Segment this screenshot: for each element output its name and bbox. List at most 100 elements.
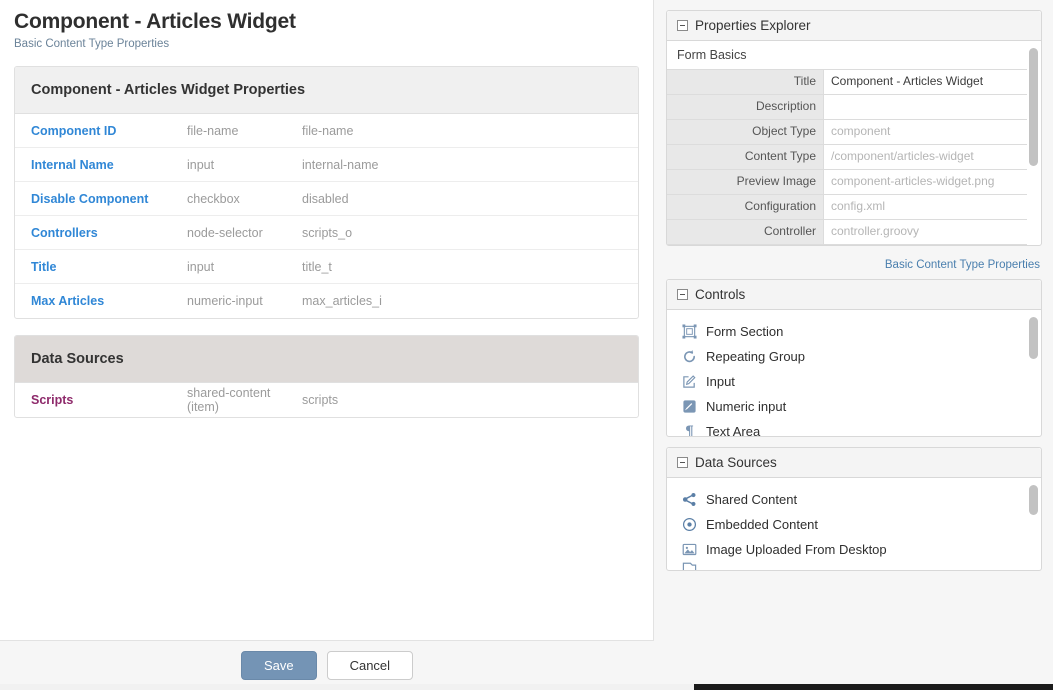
property-id: title_t — [302, 259, 332, 274]
property-name[interactable]: Max Articles — [15, 294, 187, 308]
control-item-label: Form Section — [706, 324, 784, 339]
property-type: input — [187, 259, 215, 274]
property-id: scripts_o — [302, 225, 353, 240]
datasource-item-embedded-content[interactable]: Embedded Content — [667, 512, 1041, 537]
scrollbar-thumb[interactable] — [1029, 48, 1038, 166]
collapse-icon[interactable] — [677, 457, 688, 468]
field-value[interactable]: component-articles-widget.png — [824, 170, 1027, 194]
properties-table-heading: Component - Articles Widget Properties — [15, 67, 638, 114]
property-field-row: Description — [667, 95, 1027, 120]
field-label: Content Type — [667, 145, 824, 169]
form-basics-section-label: Form Basics — [667, 41, 1027, 70]
field-value[interactable]: config.xml — [824, 195, 1027, 219]
controls-panel-header[interactable]: Controls — [667, 280, 1041, 310]
property-field-row: Preview Image component-articles-widget.… — [667, 170, 1027, 195]
save-button[interactable]: Save — [240, 650, 317, 680]
pencil-filled-icon — [681, 399, 697, 415]
repeat-icon — [681, 349, 697, 365]
datasource-item-shared-content[interactable]: Shared Content — [667, 487, 1041, 512]
datasource-item-label: Image Uploaded From Desktop — [706, 542, 887, 557]
properties-editor-page: Component - Articles Widget Basic Conten… — [0, 0, 1053, 690]
table-row[interactable]: Max Articles numeric-input max_articles_… — [15, 284, 638, 318]
data-sources-table: Data Sources Scripts shared-content (ite… — [14, 335, 639, 418]
field-value[interactable]: component — [824, 120, 1027, 144]
datasource-item-partial[interactable] — [667, 562, 1041, 570]
right-sidebar: Properties Explorer Form Basics Title Co… — [666, 10, 1042, 581]
property-type: input — [187, 157, 215, 172]
cancel-button[interactable]: Cancel — [326, 650, 414, 680]
properties-table-body: Component ID file-name file-name Interna… — [15, 114, 638, 318]
basic-content-type-properties-link[interactable]: Basic Content Type Properties — [666, 256, 1042, 271]
property-name[interactable]: Component ID — [15, 124, 187, 138]
control-item-label: Text Area — [706, 424, 761, 436]
datasource-name[interactable]: Scripts — [15, 393, 187, 407]
field-label: Controller — [667, 220, 824, 244]
control-item-input[interactable]: Input — [667, 369, 1041, 394]
table-row[interactable]: Scripts shared-content (item) scripts — [15, 383, 638, 417]
property-field-row: Object Type component — [667, 120, 1027, 145]
control-item-label: Input — [706, 374, 735, 389]
data-sources-table-heading: Data Sources — [15, 336, 638, 383]
file-icon — [681, 562, 697, 570]
property-id: internal-name — [302, 157, 379, 172]
control-item-label: Repeating Group — [706, 349, 806, 364]
properties-explorer-body: Form Basics Title Component - Articles W… — [667, 41, 1041, 245]
control-item-numeric-input[interactable]: Numeric input — [667, 394, 1041, 419]
property-name[interactable]: Disable Component — [15, 192, 187, 206]
property-name[interactable]: Internal Name — [15, 158, 187, 172]
image-icon — [681, 542, 697, 558]
field-value[interactable] — [824, 95, 1027, 119]
field-label: Configuration — [667, 195, 824, 219]
controls-panel-title: Controls — [695, 287, 746, 302]
table-row[interactable]: Internal Name input internal-name — [15, 148, 638, 182]
table-row[interactable]: Controllers node-selector scripts_o — [15, 216, 638, 250]
property-name[interactable]: Controllers — [15, 226, 187, 240]
page-subtitle-link[interactable]: Basic Content Type Properties — [0, 34, 653, 50]
property-name[interactable]: Title — [15, 260, 187, 274]
datasource-item-label: Embedded Content — [706, 517, 819, 532]
scrollbar-thumb[interactable] — [1029, 317, 1038, 359]
field-label: Description — [667, 95, 824, 119]
field-value[interactable]: controller.groovy — [824, 220, 1027, 244]
share-icon — [681, 492, 697, 508]
field-label: Title — [667, 70, 824, 94]
property-id: file-name — [302, 123, 354, 138]
property-id: disabled — [302, 191, 349, 206]
property-type: checkbox — [187, 191, 240, 206]
main-content-pane: Component - Articles Widget Basic Conten… — [0, 0, 654, 641]
properties-explorer-title: Properties Explorer — [695, 18, 811, 33]
page-title: Component - Articles Widget — [14, 10, 296, 33]
table-row[interactable]: Disable Component checkbox disabled — [15, 182, 638, 216]
scrollbar-thumb[interactable] — [1029, 485, 1038, 515]
svg-text:¶: ¶ — [685, 424, 694, 436]
datasource-id: scripts — [302, 393, 339, 407]
property-field-row: Content Type /component/articles-widget — [667, 145, 1027, 170]
property-field-row: Title Component - Articles Widget — [667, 70, 1027, 95]
controls-panel: Controls Form Section Repeating Group In… — [666, 279, 1042, 437]
datasource-item-image-upload[interactable]: Image Uploaded From Desktop — [667, 537, 1041, 562]
pencil-square-icon — [681, 374, 697, 390]
control-item-repeating-group[interactable]: Repeating Group — [667, 344, 1041, 369]
form-section-icon — [681, 324, 697, 340]
property-id: max_articles_i — [302, 294, 382, 308]
control-item-form-section[interactable]: Form Section — [667, 319, 1041, 344]
data-sources-scrollbar[interactable] — [1028, 481, 1039, 567]
properties-explorer-scrollbar[interactable] — [1028, 44, 1039, 242]
data-sources-list: Shared Content Embedded Content Image Up… — [667, 478, 1041, 570]
collapse-icon[interactable] — [677, 20, 688, 31]
table-row[interactable]: Component ID file-name file-name — [15, 114, 638, 148]
collapse-icon[interactable] — [677, 289, 688, 300]
table-row[interactable]: Title input title_t — [15, 250, 638, 284]
property-field-row: Configuration config.xml — [667, 195, 1027, 220]
pilcrow-icon: ¶ — [681, 424, 697, 436]
field-value[interactable]: /component/articles-widget — [824, 145, 1027, 169]
controls-list: Form Section Repeating Group Input Numer… — [667, 310, 1041, 436]
control-item-text-area[interactable]: ¶ Text Area — [667, 419, 1041, 436]
controls-scrollbar[interactable] — [1028, 313, 1039, 433]
datasource-item-label: Shared Content — [706, 492, 798, 507]
property-type: node-selector — [187, 225, 263, 240]
field-label: Object Type — [667, 120, 824, 144]
field-value[interactable]: Component - Articles Widget — [824, 70, 1027, 94]
properties-explorer-header[interactable]: Properties Explorer — [667, 11, 1041, 41]
data-sources-panel-header[interactable]: Data Sources — [667, 448, 1041, 478]
